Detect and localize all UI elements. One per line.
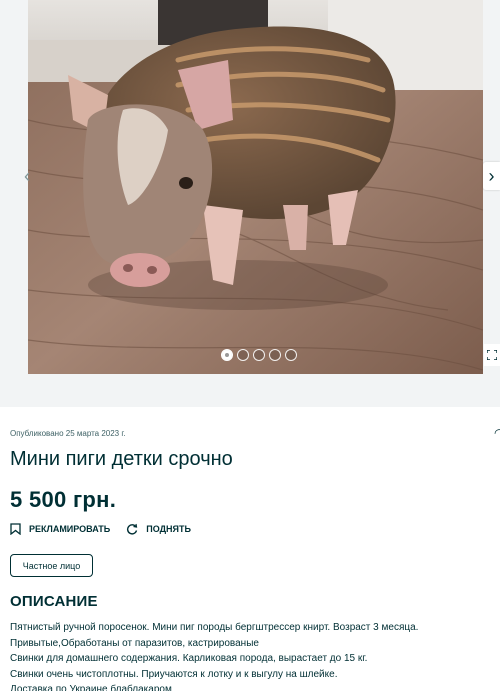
chevron-left-icon: ‹ <box>24 165 30 186</box>
fullscreen-button[interactable] <box>484 344 500 366</box>
description-line: Привытые,Обработаны от паразитов, кастри… <box>10 637 259 649</box>
next-photo-button[interactable]: › <box>483 162 500 190</box>
listing-title: Мини пиги детки срочно <box>10 448 233 470</box>
description-text: Пятнистый ручной поросенок. Мини пиг пор… <box>10 620 495 691</box>
chevron-right-icon: › <box>488 165 495 186</box>
expand-icon <box>487 350 497 360</box>
gallery-dot[interactable] <box>269 349 281 361</box>
seller-type-button[interactable]: Частное лицо <box>10 554 93 577</box>
listing-photo[interactable] <box>28 0 483 374</box>
gallery-dot[interactable] <box>285 349 297 361</box>
description-heading: ОПИСАНИЕ <box>10 593 98 610</box>
published-date: Опубликовано 25 марта 2023 г. <box>10 429 126 438</box>
listing-page: ‹ › Опубликовано 25 марта 2023 г. ◠ Мини… <box>0 0 500 691</box>
raise-button[interactable]: ПОДНЯТЬ <box>126 523 191 535</box>
listing-actions: РЕКЛАМИРОВАТЬ ПОДНЯТЬ <box>10 523 191 535</box>
listing-price: 5 500 грн. <box>10 487 117 512</box>
pig-photo-illustration <box>28 0 483 374</box>
prev-photo-button[interactable]: ‹ <box>18 162 36 190</box>
gallery-pagination <box>221 349 297 361</box>
refresh-icon <box>127 523 138 535</box>
promote-button[interactable]: РЕКЛАМИРОВАТЬ <box>10 523 110 535</box>
description-line: Доставка по Украине блаблакаром <box>10 684 172 691</box>
bookmark-icon <box>10 523 21 535</box>
gallery-dot[interactable] <box>221 349 233 361</box>
photo-gallery: ‹ › <box>0 0 500 390</box>
promote-label: РЕКЛАМИРОВАТЬ <box>29 524 111 534</box>
description-line: Пятнистый ручной поросенок. Мини пиг пор… <box>10 622 419 633</box>
description-line: Свинки для домашнего содержания. Карлико… <box>10 653 368 664</box>
gallery-dot[interactable] <box>253 349 265 361</box>
gallery-dot[interactable] <box>237 349 249 361</box>
heart-icon[interactable]: ◠ <box>494 426 500 440</box>
raise-label: ПОДНЯТЬ <box>146 524 191 534</box>
description-line: Свинки очень чистоплотны. Приучаются к л… <box>10 668 338 680</box>
section-divider <box>0 390 500 407</box>
